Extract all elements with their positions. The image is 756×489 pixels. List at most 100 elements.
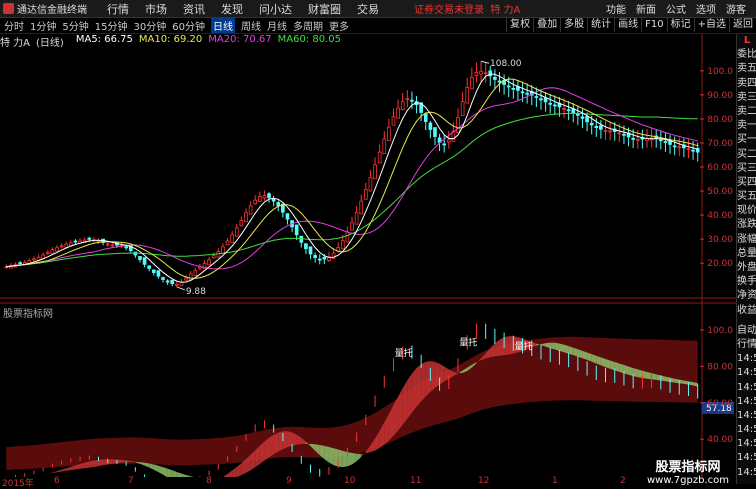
price-tick-label: 80.00: [707, 115, 733, 125]
period-tab[interactable]: 5分钟: [62, 18, 88, 33]
menu-quotes[interactable]: 行情: [107, 1, 129, 17]
period-tab[interactable]: 1分钟: [30, 18, 56, 33]
tool-button[interactable]: F10: [641, 18, 666, 32]
price-chart[interactable]: 量托量托量托量托量托57.18 108.009.88 100.090.0080.…: [0, 34, 736, 477]
ma60-line: [6, 113, 697, 266]
date-tick-label: 11: [410, 476, 421, 486]
tool-button[interactable]: +自选: [694, 18, 729, 32]
ribbon-segment: [43, 474, 48, 475]
tool-button[interactable]: 画线: [614, 18, 641, 32]
period-tab[interactable]: 多周期: [293, 18, 323, 33]
candle-body: [434, 128, 437, 137]
candle-body: [222, 247, 225, 253]
candle-body: [397, 108, 400, 118]
period-tab[interactable]: 分时: [4, 18, 24, 33]
sidebar-header: L: [737, 34, 756, 48]
period-tab[interactable]: 月线: [267, 18, 287, 33]
ribbon-segment: [619, 364, 624, 374]
tool-button[interactable]: 叠加: [533, 18, 560, 32]
ribbon-segment: [495, 340, 500, 357]
candle-body: [581, 117, 584, 119]
menu-guest[interactable]: 游客: [726, 1, 746, 16]
candle-body: [526, 93, 529, 94]
menu-function[interactable]: 功能: [606, 1, 626, 16]
menu-wealth[interactable]: 财富圈: [308, 1, 341, 17]
candle-body: [567, 110, 570, 111]
period-tab[interactable]: 周线: [241, 18, 261, 33]
tool-button[interactable]: 标记: [667, 18, 694, 32]
candle-body: [263, 196, 266, 198]
menu-trade[interactable]: 交易: [357, 1, 379, 17]
menu-ask[interactable]: 问小达: [259, 1, 292, 17]
menu-market[interactable]: 市场: [145, 1, 167, 17]
date-tick-label: 12: [478, 476, 489, 486]
ribbon-segment: [264, 438, 269, 461]
ribbon-segment: [94, 460, 99, 467]
tool-button[interactable]: 统计: [587, 18, 614, 32]
period-tab-active[interactable]: 日线: [211, 18, 235, 33]
ribbon-segment: [638, 369, 643, 378]
ribbon-segment: [98, 459, 103, 466]
date-tick-label: 6: [54, 476, 60, 486]
candle-body: [351, 223, 354, 230]
tool-button[interactable]: 多股: [560, 18, 587, 32]
tool-button[interactable]: 返回: [729, 18, 756, 32]
candle-body: [461, 102, 464, 116]
menu-discover[interactable]: 发现: [221, 1, 243, 17]
menu-new-page[interactable]: 新面: [636, 1, 656, 16]
indicator-tick-label: 100.0: [707, 326, 733, 336]
candle-body: [346, 232, 349, 242]
indicator-tick-label: 60.00: [707, 399, 733, 409]
quote-field-label: 现价: [737, 204, 756, 218]
quote-field-label: 收益: [737, 304, 756, 318]
ribbon-segment: [269, 435, 274, 458]
tick-time: 14:5: [737, 451, 756, 465]
candle-body: [521, 92, 524, 93]
candle-body: [457, 117, 460, 132]
period-tab[interactable]: 30分钟: [133, 18, 166, 33]
candle-body: [410, 100, 413, 101]
watermark-url: www.7gpzb.com: [640, 475, 736, 486]
candle-body: [162, 278, 165, 280]
candle-body: [65, 244, 68, 247]
quote-field-label: 委比: [737, 48, 756, 62]
period-tab[interactable]: 15分钟: [95, 18, 128, 33]
tool-button[interactable]: 复权: [506, 18, 533, 32]
candle-body: [254, 200, 257, 204]
candle-body: [392, 117, 395, 125]
tick-time: 14:5: [737, 381, 756, 395]
candle-body: [692, 150, 695, 151]
candle-body: [360, 201, 363, 214]
ribbon-segment: [647, 372, 652, 379]
candle-body: [493, 77, 496, 79]
date-tick-label: 2015年: [2, 476, 34, 489]
menu-formula[interactable]: 公式: [666, 1, 686, 16]
tick-time: 行情: [737, 338, 756, 352]
menu-news[interactable]: 资讯: [183, 1, 205, 17]
candle-body: [212, 256, 215, 258]
ribbon-segment: [39, 474, 44, 475]
chart-tools: 复权 叠加 多股 统计 画线 F10 标记 +自选 返回: [506, 18, 756, 32]
ribbon-segment: [490, 343, 495, 357]
candle-body: [507, 86, 510, 87]
menu-options[interactable]: 选项: [696, 1, 716, 16]
candle-body: [208, 260, 211, 265]
candle-body: [659, 140, 662, 141]
ribbon-segment: [347, 452, 352, 466]
date-tick-label: 10: [344, 476, 355, 486]
candle-body: [664, 142, 667, 143]
auto-toggle[interactable]: 自动: [737, 324, 756, 338]
candle-body: [586, 117, 589, 122]
candle-body: [198, 267, 201, 268]
period-tab[interactable]: 60分钟: [172, 18, 205, 33]
ribbon-segment: [417, 364, 422, 407]
quote-field-label: 买一: [737, 133, 756, 147]
ribbon-segment: [140, 462, 145, 465]
candle-body: [374, 165, 377, 179]
candle-body: [512, 88, 515, 89]
period-more[interactable]: 更多: [329, 18, 349, 33]
ribbon-segment: [633, 368, 638, 377]
candle-body: [295, 225, 298, 235]
ribbon-segment: [149, 464, 154, 470]
ribbon-segment: [103, 459, 108, 465]
